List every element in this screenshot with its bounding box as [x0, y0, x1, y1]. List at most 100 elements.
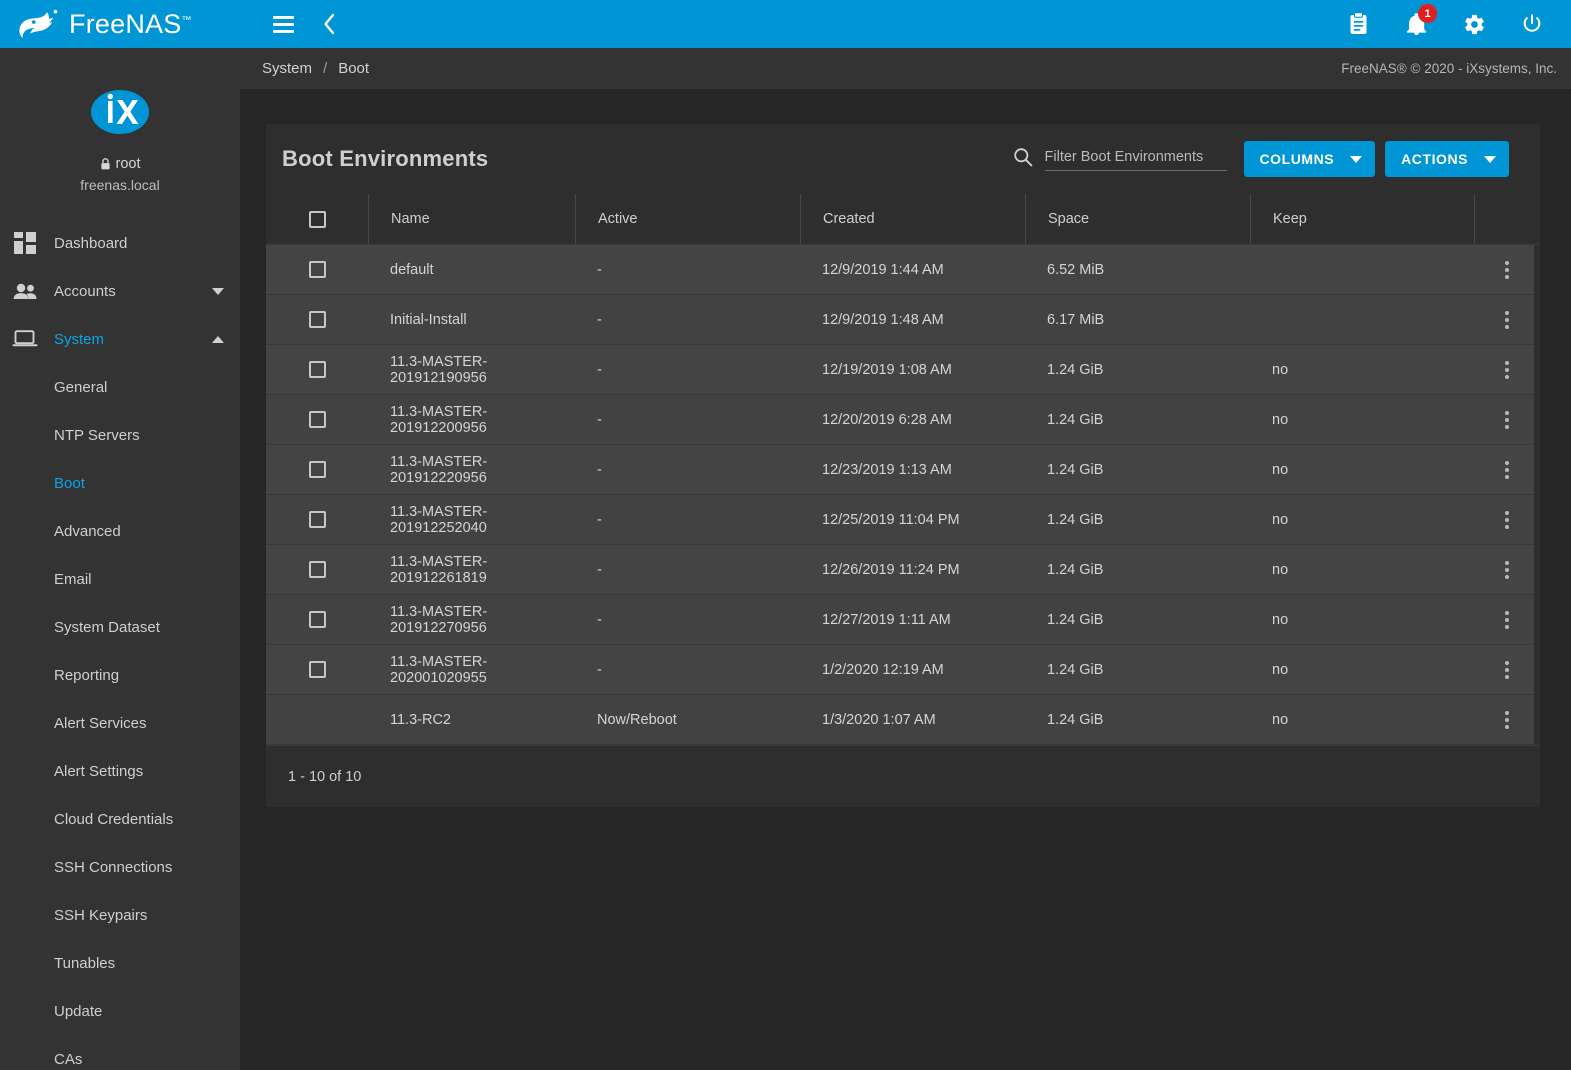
row-checkbox[interactable]	[309, 311, 326, 328]
breadcrumb-system[interactable]: System	[262, 60, 312, 77]
row-cell-keep: no	[1250, 645, 1474, 694]
chevron-left-icon[interactable]	[312, 7, 346, 41]
kebab-menu-icon[interactable]	[1499, 505, 1515, 535]
column-header-active[interactable]: Active	[575, 194, 800, 244]
column-header-created[interactable]: Created	[800, 194, 1025, 244]
row-cell-space: 1.24 GiB	[1025, 645, 1250, 694]
sidebar-item-advanced[interactable]: Advanced	[0, 507, 240, 555]
column-header-space[interactable]: Space	[1025, 194, 1250, 244]
breadcrumb-boot: Boot	[338, 60, 369, 77]
top-bar-icons: 1	[1341, 7, 1549, 41]
hamburger-menu-icon[interactable]	[266, 7, 300, 41]
chevron-down-icon[interactable]	[212, 288, 224, 295]
row-cell-keep: no	[1250, 495, 1474, 544]
row-cell-name: Initial-Install	[368, 295, 575, 344]
sidebar-item-boot[interactable]: Boot	[0, 459, 240, 507]
table-row[interactable]: 11.3-MASTER-201912190956-12/19/2019 1:08…	[266, 345, 1540, 395]
page-title: Boot Environments	[282, 146, 488, 172]
columns-button[interactable]: COLUMNS	[1244, 141, 1376, 177]
row-checkbox[interactable]	[309, 361, 326, 378]
kebab-menu-icon[interactable]	[1499, 355, 1515, 385]
sidebar-item-ntp-servers[interactable]: NTP Servers	[0, 411, 240, 459]
sidebar-item-system[interactable]: System	[0, 315, 240, 363]
row-checkbox[interactable]	[309, 611, 326, 628]
sidebar-item-cas[interactable]: CAs	[0, 1035, 240, 1070]
row-cell-active: -	[575, 445, 800, 494]
row-cell-created: 1/3/2020 1:07 AM	[800, 695, 1025, 744]
chevron-up-icon[interactable]	[212, 336, 224, 343]
row-checkbox[interactable]	[309, 461, 326, 478]
sidebar-item-ssh-keypairs[interactable]: SSH Keypairs	[0, 891, 240, 939]
select-all-cell	[266, 194, 368, 244]
row-menu-cell	[1474, 245, 1540, 294]
breadcrumb: System / Boot FreeNAS® © 2020 - iXsystem…	[240, 48, 1571, 89]
kebab-menu-icon[interactable]	[1499, 255, 1515, 285]
search-icon[interactable]	[1013, 147, 1033, 167]
sidebar-username-row: root	[0, 156, 240, 172]
kebab-menu-icon[interactable]	[1499, 705, 1515, 735]
sidebar-item-dashboard[interactable]: Dashboard	[0, 219, 240, 267]
sidebar-item-email[interactable]: Email	[0, 555, 240, 603]
table-scrollbar[interactable]	[1534, 245, 1540, 745]
kebab-menu-icon[interactable]	[1499, 305, 1515, 335]
actions-button[interactable]: ACTIONS	[1385, 141, 1509, 177]
kebab-menu-icon[interactable]	[1499, 605, 1515, 635]
select-all-checkbox[interactable]	[309, 211, 326, 228]
kebab-menu-icon[interactable]	[1499, 405, 1515, 435]
row-checkbox[interactable]	[309, 561, 326, 578]
row-checkbox[interactable]	[309, 411, 326, 428]
sidebar-item-cloud-credentials[interactable]: Cloud Credentials	[0, 795, 240, 843]
column-header-keep[interactable]: Keep	[1250, 194, 1474, 244]
row-cell-created: 12/23/2019 1:13 AM	[800, 445, 1025, 494]
sidebar-item-general[interactable]: General	[0, 363, 240, 411]
copyright-text: FreeNAS® © 2020 - iXsystems, Inc.	[1341, 61, 1557, 76]
sidebar-item-reporting[interactable]: Reporting	[0, 651, 240, 699]
laptop-glyph	[12, 330, 38, 348]
row-checkbox[interactable]	[309, 661, 326, 678]
row-cell-active: -	[575, 345, 800, 394]
table-row[interactable]: 11.3-MASTER-202001020955-1/2/2020 12:19 …	[266, 645, 1540, 695]
kebab-menu-icon[interactable]	[1499, 455, 1515, 485]
sidebar-item-system-dataset[interactable]: System Dataset	[0, 603, 240, 651]
column-header-name[interactable]: Name	[368, 194, 575, 244]
table-row[interactable]: 11.3-MASTER-201912220956-12/23/2019 1:13…	[266, 445, 1540, 495]
table-row[interactable]: 11.3-MASTER-201912200956-12/20/2019 6:28…	[266, 395, 1540, 445]
row-cell-name: 11.3-MASTER-201912190956	[368, 345, 575, 394]
brand-logo-area[interactable]: FreeNAS™	[0, 0, 240, 48]
sidebar-item-alert-services[interactable]: Alert Services	[0, 699, 240, 747]
table-header-row: Name Active Created Space Keep	[266, 194, 1540, 245]
table-row[interactable]: 11.3-MASTER-201912270956-12/27/2019 1:11…	[266, 595, 1540, 645]
caret-down-icon	[1350, 156, 1362, 163]
brand-name: FreeNAS™	[69, 9, 192, 40]
row-cell-created: 12/26/2019 11:24 PM	[800, 545, 1025, 594]
sidebar-item-update[interactable]: Update	[0, 987, 240, 1035]
gear-icon[interactable]	[1457, 7, 1491, 41]
row-cell-name: 11.3-MASTER-201912220956	[368, 445, 575, 494]
row-checkbox[interactable]	[309, 261, 326, 278]
sidebar-item-tunables[interactable]: Tunables	[0, 939, 240, 987]
table-row[interactable]: default-12/9/2019 1:44 AM6.52 MiB	[266, 245, 1540, 295]
table-row[interactable]: 11.3-MASTER-201912252040-12/25/2019 11:0…	[266, 495, 1540, 545]
row-cell-active: -	[575, 545, 800, 594]
row-cell-created: 12/19/2019 1:08 AM	[800, 345, 1025, 394]
table-row[interactable]: Initial-Install-12/9/2019 1:48 AM6.17 Mi…	[266, 295, 1540, 345]
sidebar-item-accounts[interactable]: Accounts	[0, 267, 240, 315]
boot-environments-table: Name Active Created Space Keep default-1…	[266, 194, 1540, 807]
notification-badge: 1	[1418, 4, 1437, 23]
table-row[interactable]: 11.3-MASTER-201912261819-12/26/2019 11:2…	[266, 545, 1540, 595]
clipboard-icon[interactable]	[1341, 7, 1375, 41]
kebab-menu-icon[interactable]	[1499, 655, 1515, 685]
sidebar-item-ssh-connections[interactable]: SSH Connections	[0, 843, 240, 891]
row-cell-space: 1.24 GiB	[1025, 445, 1250, 494]
kebab-menu-icon[interactable]	[1499, 555, 1515, 585]
sidebar-profile: root freenas.local	[0, 48, 240, 193]
row-checkbox-cell	[266, 245, 368, 294]
row-checkbox[interactable]	[309, 511, 326, 528]
sidebar-item-alert-settings[interactable]: Alert Settings	[0, 747, 240, 795]
search-input[interactable]	[1045, 147, 1227, 171]
bell-icon[interactable]: 1	[1399, 7, 1433, 41]
sidebar: root freenas.local Dashboard	[0, 48, 240, 1070]
power-icon[interactable]	[1515, 7, 1549, 41]
table-row[interactable]: 11.3-RC2Now/Reboot1/3/2020 1:07 AM1.24 G…	[266, 695, 1540, 745]
row-cell-keep: no	[1250, 345, 1474, 394]
